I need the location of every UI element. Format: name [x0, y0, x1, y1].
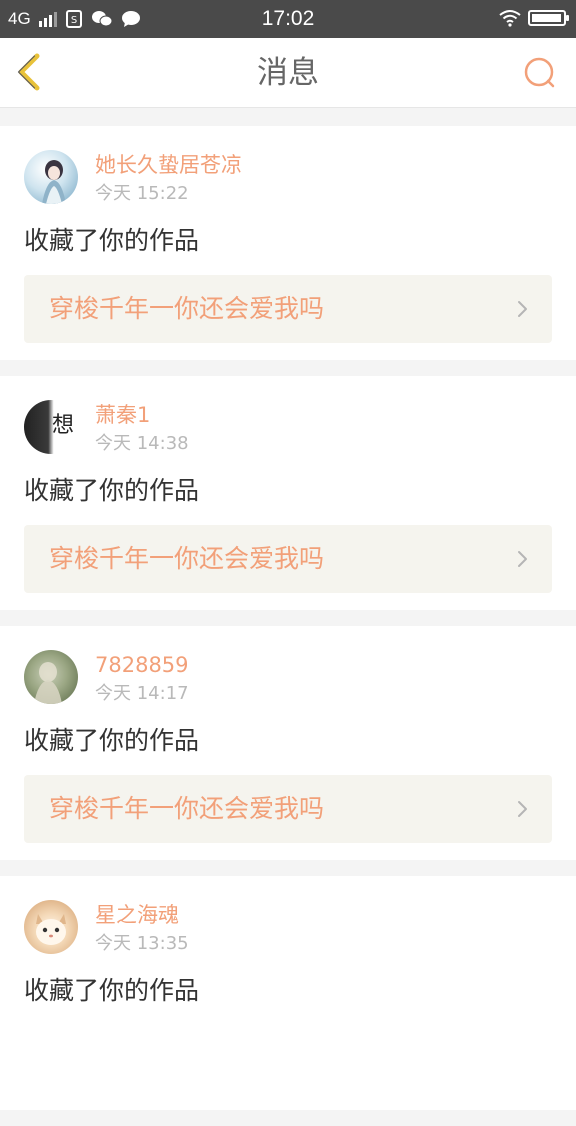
chevron-right-icon [518, 301, 527, 317]
work-link[interactable]: 穿梭千年一你还会爱我吗 [24, 775, 552, 843]
chevron-right-icon [518, 801, 527, 817]
notification-list: 她长久蛰居苍凉 今天 15:22 收藏了你的作品 穿梭千年一你还会爱我吗 想 萧… [0, 126, 576, 1126]
status-right [498, 9, 569, 27]
status-time: 17:02 [261, 7, 315, 30]
action-text: 收藏了你的作品 [24, 476, 200, 505]
work-title: 穿梭千年一你还会爱我吗 [49, 294, 325, 323]
avatar-illustration [34, 662, 62, 704]
avatar[interactable] [24, 900, 78, 954]
battery-level [532, 14, 561, 22]
notification-card: 7828859 今天 14:17 收藏了你的作品 穿梭千年一你还会爱我吗 [0, 626, 576, 860]
chevron-right-icon [518, 551, 527, 567]
avatar[interactable]: 想 [24, 400, 78, 454]
timestamp: 今天 15:22 [95, 183, 189, 204]
status-bar: 4G S 17:02 [0, 0, 576, 38]
work-title: 穿梭千年一你还会爱我吗 [49, 544, 325, 573]
timestamp: 今天 14:38 [95, 433, 189, 454]
work-title: 穿梭千年一你还会爱我吗 [49, 794, 325, 823]
action-text: 收藏了你的作品 [24, 226, 200, 255]
work-link[interactable]: 穿梭千年一你还会爱我吗 [24, 525, 552, 593]
nav-bar: 消息 [0, 38, 576, 108]
page-title: 消息 [257, 55, 319, 91]
avatar-illustration [36, 914, 66, 945]
action-text: 收藏了你的作品 [24, 726, 200, 755]
battery-icon [528, 10, 569, 26]
username[interactable]: 萧秦1 [95, 402, 150, 428]
avatar-illustration [42, 160, 66, 204]
notification-card: 想 萧秦1 今天 14:38 收藏了你的作品 穿梭千年一你还会爱我吗 [0, 376, 576, 610]
action-text: 收藏了你的作品 [24, 976, 200, 1005]
avatar[interactable] [24, 650, 78, 704]
username[interactable]: 她长久蛰居苍凉 [95, 152, 242, 178]
username[interactable]: 星之海魂 [95, 902, 179, 928]
notification-card: 星之海魂 今天 13:35 收藏了你的作品 [0, 876, 576, 1110]
username[interactable]: 7828859 [95, 652, 189, 678]
avatar-text: 想 [52, 413, 75, 438]
work-link[interactable]: 穿梭千年一你还会爱我吗 [24, 275, 552, 343]
search-icon[interactable] [520, 53, 560, 93]
timestamp: 今天 13:35 [95, 933, 189, 954]
timestamp: 今天 14:17 [95, 683, 189, 704]
wifi-icon [499, 10, 521, 27]
notification-card: 她长久蛰居苍凉 今天 15:22 收藏了你的作品 穿梭千年一你还会爱我吗 [0, 126, 576, 360]
avatar[interactable] [24, 150, 78, 204]
